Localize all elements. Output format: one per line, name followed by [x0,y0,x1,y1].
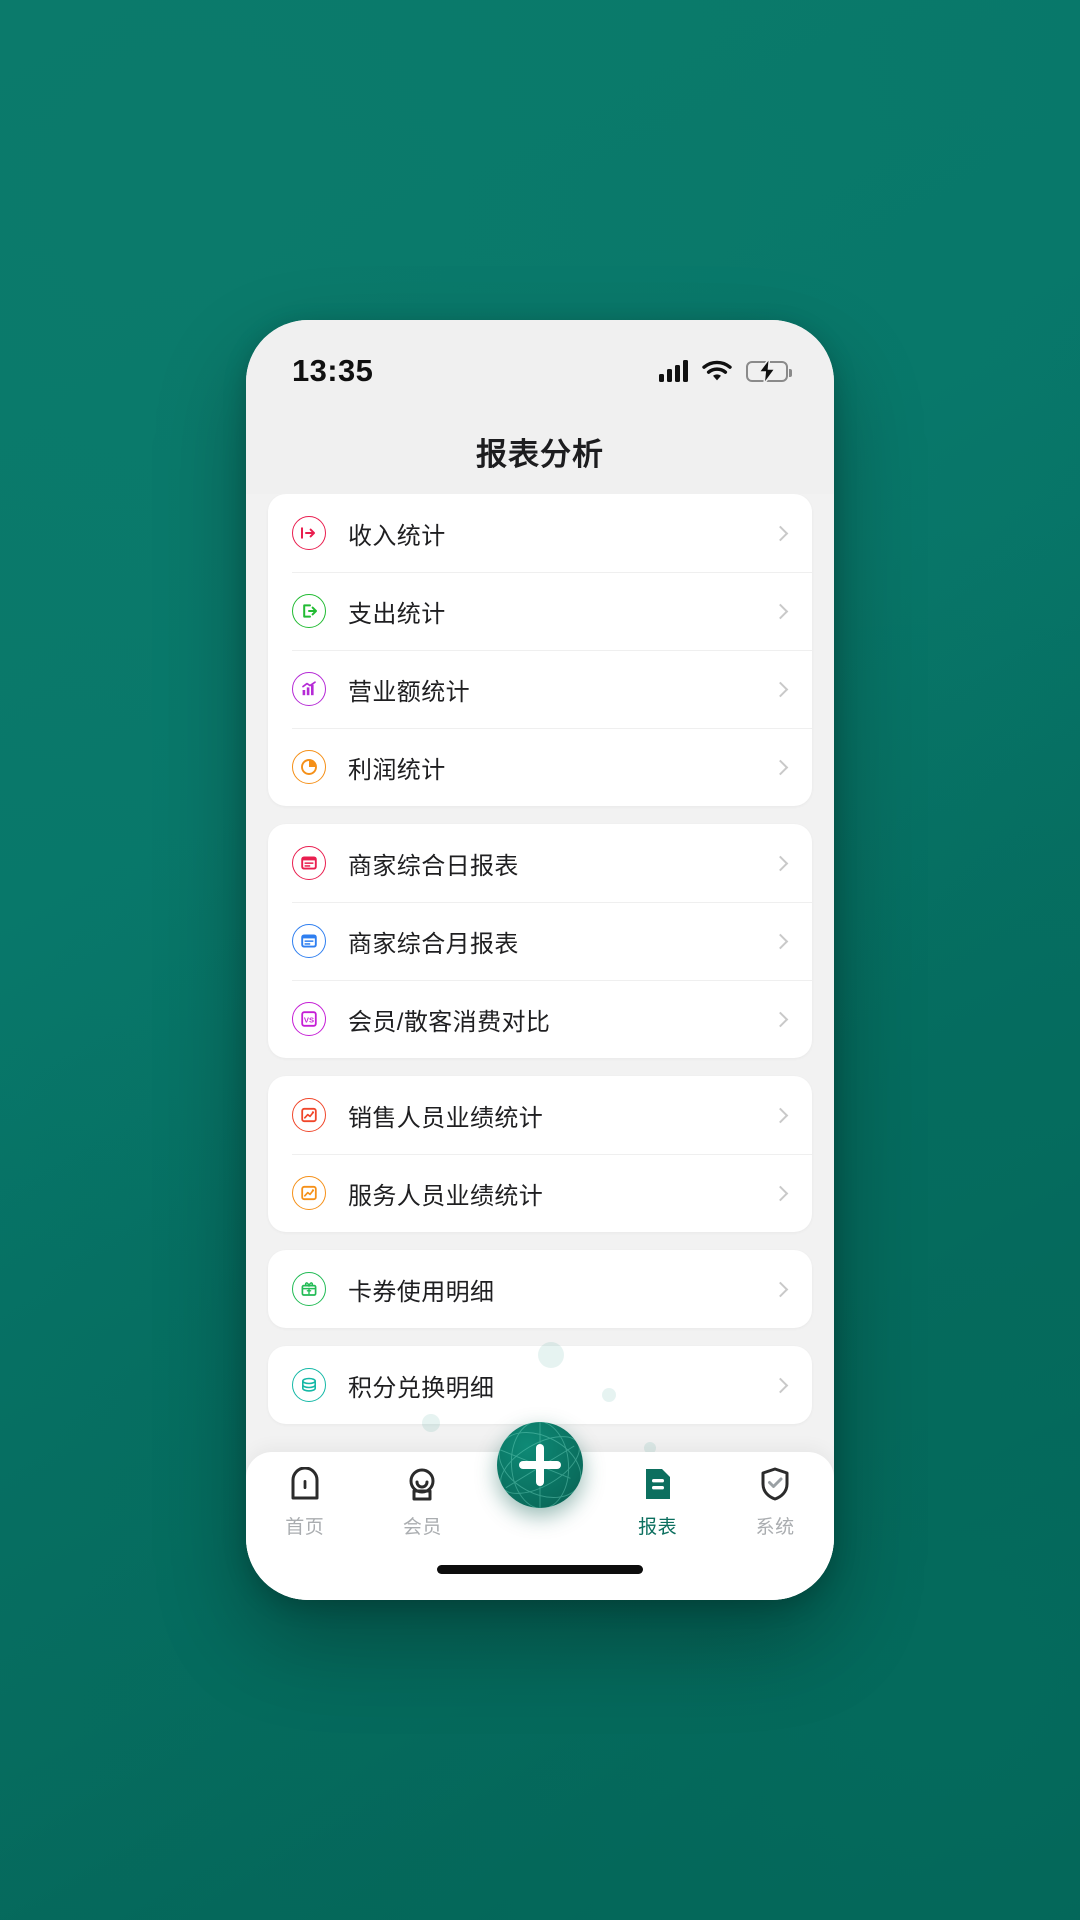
chevron-right-icon [772,603,789,619]
report-list-item[interactable]: 销售人员业绩统计 [268,1076,812,1154]
page-title: 报表分析 [476,436,604,472]
tab-member[interactable]: 会员 [364,1466,482,1539]
report-list-item[interactable]: 收入统计 [268,494,812,572]
expense-arrow-out-icon [292,594,326,628]
shield-check-icon [760,1466,790,1502]
cellular-signal-icon [659,360,688,382]
chevron-right-icon [772,1185,789,1201]
coupon-group: 卡券使用明细 [268,1250,812,1328]
sales-performance-icon [292,1098,326,1132]
report-list-item[interactable]: 服务人员业绩统计 [268,1154,812,1232]
bar-chart-trend-icon [292,672,326,706]
status-bar-icons [659,358,792,384]
add-button[interactable] [497,1422,583,1508]
report-list-item-label: 商家综合日报表 [348,852,519,880]
chevron-right-icon [772,1281,789,1297]
tab-system[interactable]: 系统 [716,1466,834,1539]
tab-report-label: 报表 [638,1517,678,1538]
pie-chart-icon [292,750,326,784]
chevron-right-icon [772,855,789,871]
chevron-right-icon [772,1107,789,1123]
service-performance-icon [292,1176,326,1210]
monthly-report-icon [292,924,326,958]
report-list-item-label: 支出统计 [348,600,446,628]
chevron-right-icon [772,759,789,775]
report-list-item[interactable]: VS 会员/散客消费对比 [268,980,812,1058]
svg-text:VS: VS [304,1015,314,1024]
report-list-item[interactable]: 利润统计 [268,728,812,806]
home-icon [290,1466,320,1502]
report-list-item-label: 收入统计 [348,522,446,550]
member-icon [406,1466,438,1502]
tab-home[interactable]: 首页 [246,1466,364,1539]
merchant-reports-group: 商家综合日报表 商家综合月报表 VS 会员/散客消费对比 [268,824,812,1058]
report-list-item-label: 积分兑换明细 [348,1374,495,1402]
report-list-item-label: 服务人员业绩统计 [348,1182,544,1210]
report-list-item-label: 利润统计 [348,756,446,784]
points-coins-icon [292,1368,326,1402]
statistics-group: 收入统计支出统计营业额统计利润统计 [268,494,812,806]
coupon-gift-icon [292,1272,326,1306]
versus-compare-icon: VS [292,1002,326,1036]
report-list-item-label: 商家综合月报表 [348,930,519,958]
chevron-right-icon [772,933,789,949]
report-list-item-label: 营业额统计 [348,678,470,706]
tab-report[interactable]: 报表 [599,1466,717,1539]
report-list-item-label: 卡券使用明细 [348,1278,495,1306]
battery-charging-icon [746,358,792,384]
report-list-item[interactable]: 卡券使用明细 [268,1250,812,1328]
income-arrow-in-icon [292,516,326,550]
tab-system-label: 系统 [755,1517,795,1538]
wifi-icon [702,360,732,382]
points-group: 积分兑换明细 [268,1346,812,1424]
chevron-right-icon [772,1377,789,1393]
staff-performance-group: 销售人员业绩统计 服务人员业绩统计 [268,1076,812,1232]
phone-frame: 13:35 报表分析 收入统计 支出统计 营业额统计 利润统计 商家综合日报表 商家综 [246,320,834,1600]
report-list-item[interactable]: 营业额统计 [268,650,812,728]
page-header: 报表分析 [246,408,834,494]
report-list-item-label: 销售人员业绩统计 [348,1104,544,1132]
report-list-item-label: 会员/散客消费对比 [348,1008,551,1036]
report-list-item[interactable]: 商家综合日报表 [268,824,812,902]
report-list-item[interactable]: 积分兑换明细 [268,1346,812,1424]
status-bar: 13:35 [246,320,834,408]
chevron-right-icon [772,681,789,697]
report-list-item[interactable]: 支出统计 [268,572,812,650]
report-list-item[interactable]: 商家综合月报表 [268,902,812,980]
status-bar-clock: 13:35 [292,353,374,388]
tab-member-label: 会员 [402,1517,442,1538]
daily-report-icon [292,846,326,880]
chevron-right-icon [772,525,789,541]
chevron-right-icon [772,1011,789,1027]
report-icon [644,1466,672,1502]
home-indicator [437,1565,643,1574]
tab-home-label: 首页 [285,1517,325,1538]
plus-icon [519,1444,561,1486]
